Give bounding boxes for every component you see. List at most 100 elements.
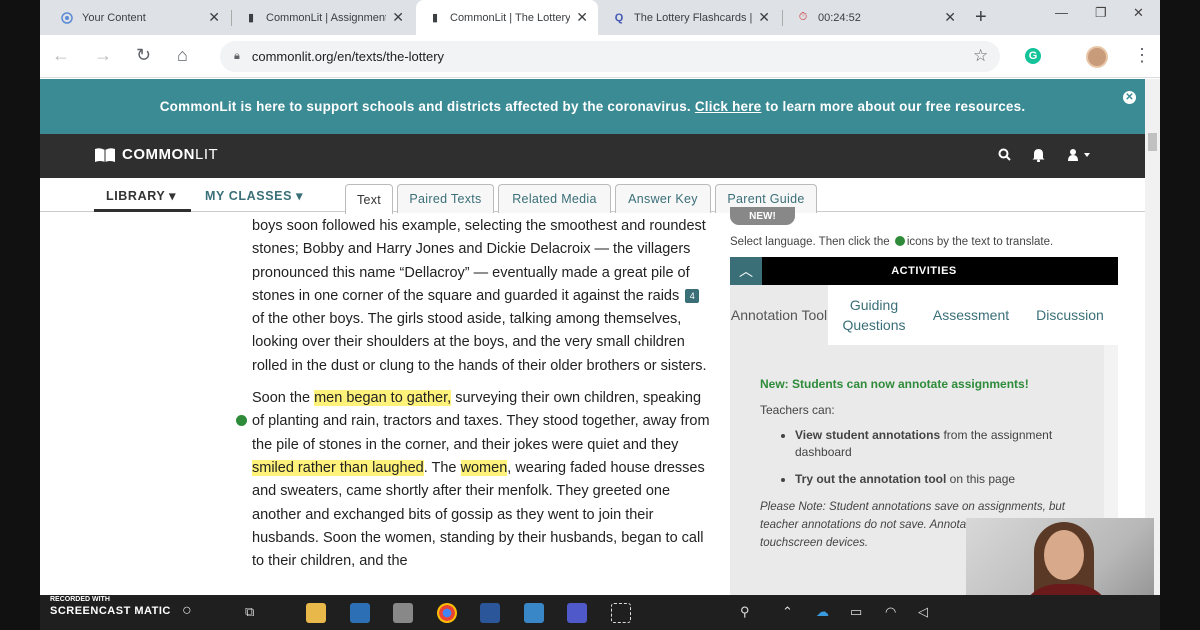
close-icon[interactable]: ✕ (392, 9, 404, 26)
chrome-icon[interactable] (437, 603, 457, 623)
app-icon[interactable] (393, 603, 413, 623)
home-button[interactable]: ⌂ (177, 45, 188, 66)
list-item: Try out the annotation tool on this page (795, 471, 1084, 488)
translate-globe-icon[interactable] (236, 415, 247, 426)
new-badge: NEW! (730, 207, 795, 225)
chevron-up-icon[interactable]: ⌃ (782, 604, 793, 620)
logo-lit: LIT (195, 146, 219, 163)
paragraph: Soon the men began to gather, surveying … (252, 390, 710, 570)
browser-tab-your-content[interactable]: Your Content ✕ (48, 0, 230, 35)
browser-tab-timer[interactable]: ⏱ 00:24:52 ✕ (784, 0, 966, 35)
user-menu-icon[interactable] (1067, 148, 1093, 164)
globe-icon (894, 236, 905, 246)
cortana-icon[interactable]: ○ (182, 602, 192, 620)
footnote-ref[interactable]: 4 (685, 289, 700, 304)
feature-list: View student annotations from the assign… (795, 427, 1084, 488)
banner-link[interactable]: Click here (695, 99, 762, 114)
tab-paired-texts[interactable]: Paired Texts (397, 184, 494, 213)
recorded-with-label: RECORDED WITH (50, 596, 110, 603)
browser-tab-the-lottery[interactable]: ▮ CommonLit | The Lottery ✕ (416, 0, 598, 35)
banner-text-after: to learn more about our free resources. (765, 99, 1026, 114)
tab-related-media[interactable]: Related Media (498, 184, 611, 213)
onedrive-icon[interactable]: ☁ (816, 604, 829, 620)
forward-button[interactable]: → (94, 45, 112, 66)
banner-close-icon[interactable]: ✕ (1123, 91, 1136, 104)
tab-text[interactable]: Text (345, 184, 393, 214)
scrollbar-thumb[interactable] (1148, 133, 1157, 151)
tab-title: CommonLit | The Lottery (450, 11, 571, 24)
browser-tab-flashcards[interactable]: Q The Lottery Flashcards | Q ✕ (600, 0, 780, 35)
browser-window: Your Content ✕ ▮ CommonLit | Assignment … (40, 0, 1160, 630)
highlight[interactable]: women (460, 459, 508, 476)
store-icon[interactable] (350, 603, 370, 623)
restore-button[interactable]: ❐ (1095, 5, 1107, 21)
letterbox-right (1160, 0, 1200, 630)
minimize-button[interactable]: — (1055, 5, 1068, 20)
new-tab-button[interactable]: + (975, 6, 987, 29)
teams-icon[interactable] (567, 603, 587, 623)
letterbox-left (0, 0, 40, 630)
book-icon: ▮ (247, 12, 255, 24)
library-underline (94, 209, 191, 212)
tab-strip: Your Content ✕ ▮ CommonLit | Assignment … (40, 0, 1160, 35)
volume-icon[interactable]: ◁ (918, 604, 928, 620)
coronavirus-banner: CommonLit is here to support schools and… (40, 79, 1145, 134)
teachers-can-label: Teachers can: (760, 403, 835, 417)
tab-guiding-questions[interactable]: Guiding Questions (828, 285, 920, 345)
bell-icon[interactable] (1032, 148, 1045, 165)
sub-navigation: LIBRARY ▾ MY CLASSES ▾ Text Paired Texts… (40, 178, 1145, 214)
logo-common: COMMON (122, 146, 195, 163)
tab-assessment[interactable]: Assessment (920, 285, 1022, 345)
close-window-button[interactable]: ✕ (1133, 5, 1144, 21)
timer-icon: ⏱ (798, 11, 808, 23)
highlight[interactable]: smiled rather than laughed (252, 459, 424, 476)
tab-answer-key[interactable]: Answer Key (615, 184, 711, 213)
wifi-icon[interactable]: ◠ (885, 604, 896, 620)
book-icon: ▮ (431, 12, 439, 24)
people-icon[interactable]: ⚲ (740, 604, 750, 620)
my-classes-menu[interactable]: MY CLASSES ▾ (205, 188, 303, 203)
close-icon[interactable]: ✕ (758, 9, 770, 26)
menu-kebab-icon[interactable]: ⋮ (1133, 45, 1151, 66)
battery-icon[interactable]: ▭ (850, 604, 862, 620)
file-explorer-icon[interactable] (306, 603, 326, 623)
commonlit-logo[interactable]: COMMON LIT (94, 146, 218, 163)
search-icon[interactable] (998, 148, 1011, 164)
url-text: commonlit.org/en/texts/the-lottery (251, 49, 445, 64)
activities-tabs: Annotation Tool Guiding Questions Assess… (730, 285, 1118, 345)
highlight[interactable]: men began to gather, (314, 390, 452, 407)
browser-tab-assignment[interactable]: ▮ CommonLit | Assignment ✕ (232, 0, 414, 35)
lock-icon: 🔒︎ (234, 50, 240, 62)
chevron-up-icon[interactable]: ︿ (730, 257, 762, 285)
reload-button[interactable]: ↻ (136, 45, 151, 66)
close-icon[interactable]: ✕ (944, 9, 956, 26)
tab-title: CommonLit | Assignment (266, 11, 387, 24)
circle-icon (60, 11, 74, 25)
task-view-icon[interactable]: ⧉ (245, 604, 254, 620)
windows-taskbar: RECORDED WITH SCREENCAST MATIC ○ ⧉ ⚲ ⌃ ☁… (40, 595, 1160, 630)
close-icon[interactable]: ✕ (576, 9, 588, 26)
profile-avatar[interactable] (1086, 46, 1108, 68)
library-menu[interactable]: LIBRARY ▾ (106, 188, 176, 203)
browser-toolbar: ← → ↻ ⌂ 🔒︎ commonlit.org/en/texts/the-lo… (40, 35, 1160, 78)
app-icon[interactable] (524, 603, 544, 623)
language-note: Select language. Then click the icons by… (730, 236, 1054, 248)
reading-text: boys soon followed his example, selectin… (252, 215, 712, 582)
new-feature-message: New: Students can now annotate assignmen… (760, 377, 1029, 391)
back-button[interactable]: ← (52, 45, 70, 66)
tab-annotation-tool[interactable]: Annotation Tool (730, 285, 828, 345)
tab-title: 00:24:52 (818, 11, 861, 24)
screencast-matic-logo: SCREENCAST MATIC (50, 605, 171, 617)
site-header: COMMON LIT (40, 134, 1145, 178)
bookmark-star-icon[interactable]: ☆ (973, 46, 988, 66)
activities-header: ACTIVITIES (730, 257, 1118, 285)
snip-icon[interactable] (611, 603, 631, 623)
close-icon[interactable]: ✕ (208, 9, 220, 26)
list-item: View student annotations from the assign… (795, 427, 1084, 461)
open-book-icon (95, 147, 115, 162)
banner-text-before: CommonLit is here to support schools and… (159, 99, 691, 114)
address-bar[interactable]: 🔒︎ commonlit.org/en/texts/the-lottery (220, 41, 1000, 72)
grammarly-icon[interactable]: G (1025, 48, 1041, 64)
tab-discussion[interactable]: Discussion (1022, 285, 1118, 345)
word-icon[interactable] (480, 603, 500, 623)
